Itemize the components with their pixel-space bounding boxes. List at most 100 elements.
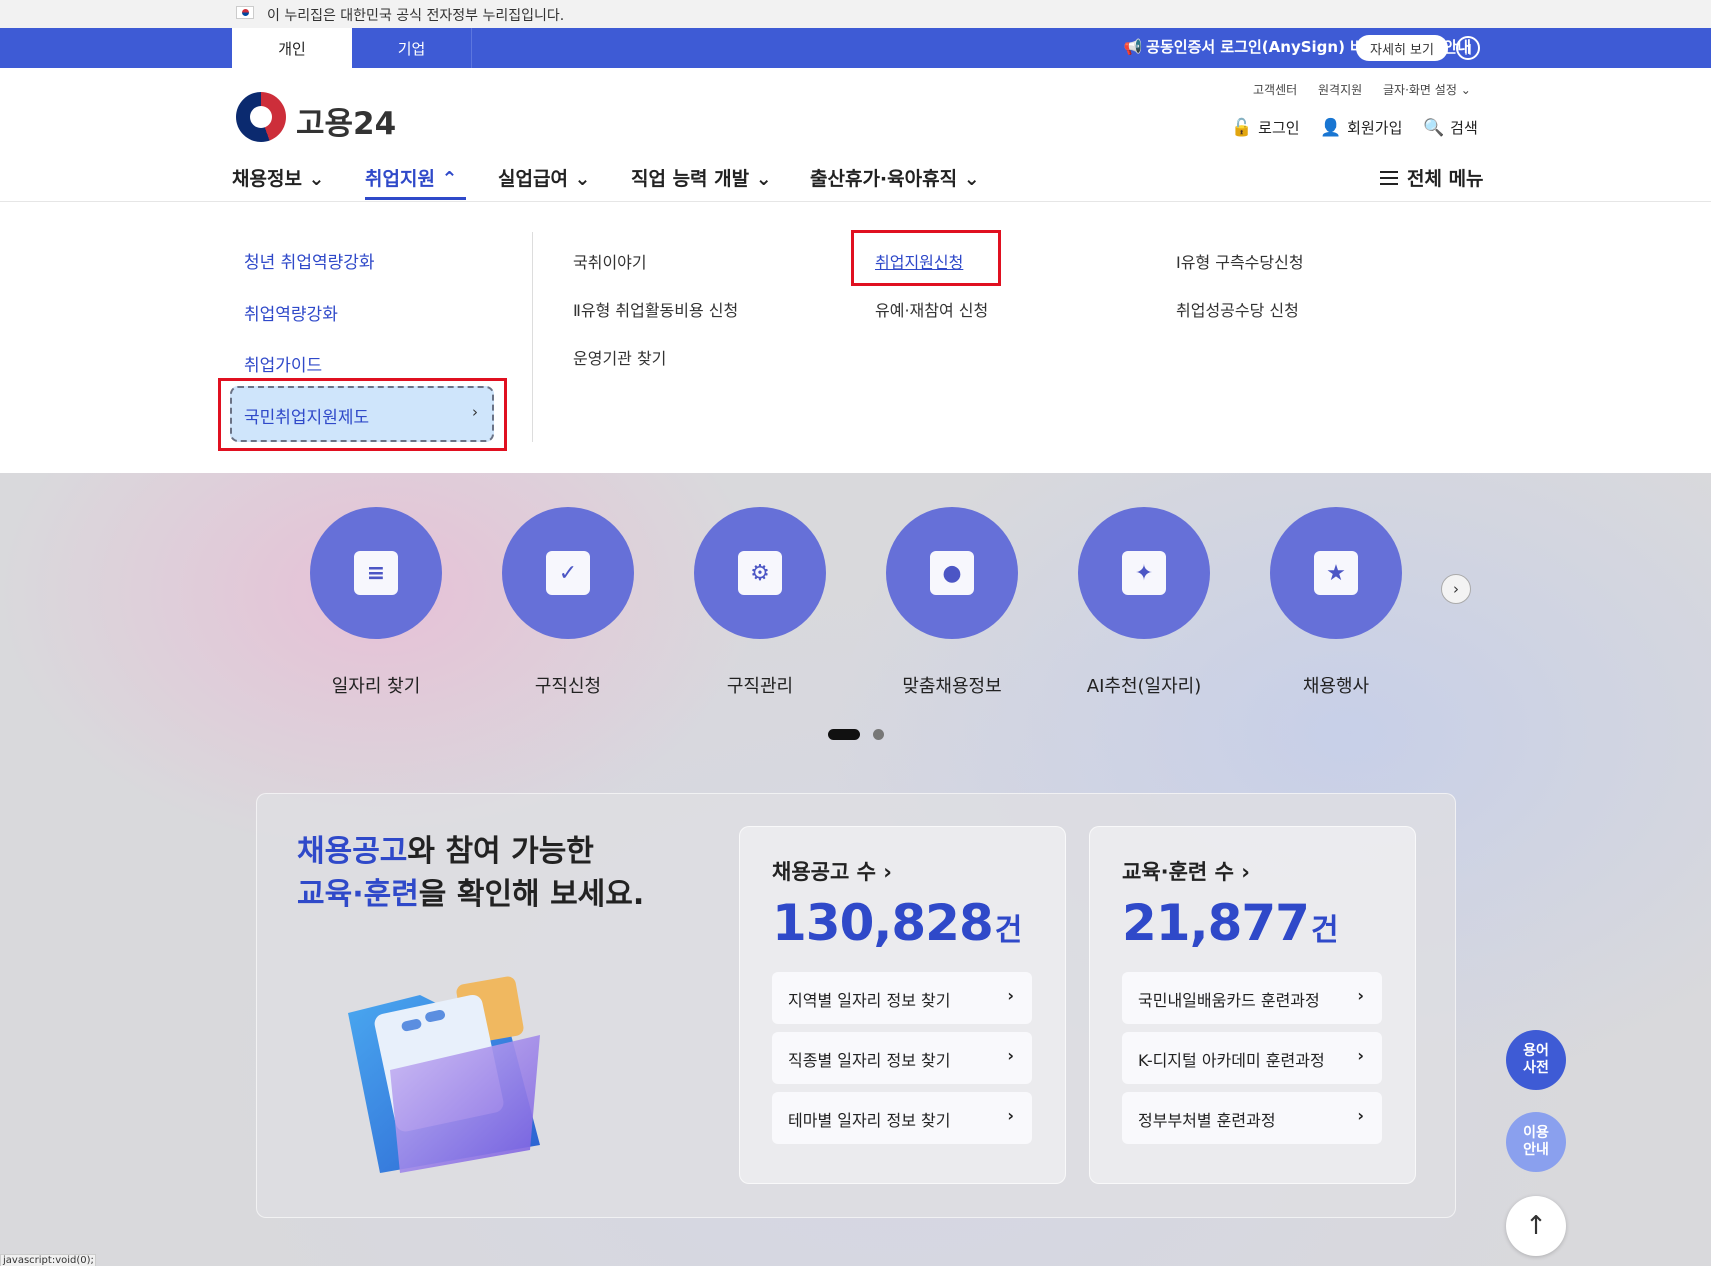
scroll-top-button[interactable]: ↑	[1506, 1196, 1566, 1256]
training-title[interactable]: 교육·훈련 수 ›	[1122, 856, 1250, 886]
remote-support-link[interactable]: 원격지원	[1318, 81, 1362, 98]
submenu-item-find-agency[interactable]: 운영기관 찾기	[573, 345, 666, 369]
link-label: 지역별 일자리 정보 찾기	[788, 991, 951, 1010]
headline-text: 을 확인해 보세요.	[418, 877, 645, 912]
customer-center-link[interactable]: 고객센터	[1253, 81, 1297, 98]
submenu-item-success-allowance[interactable]: 취업성공수당 신청	[1176, 297, 1299, 321]
submenu-capability[interactable]: 취업역량강화	[244, 300, 338, 325]
submenu-item-type2-expense[interactable]: Ⅱ유형 취업활동비용 신청	[573, 297, 738, 321]
headline-accent: 채용공고	[297, 834, 408, 869]
link-label: 정부부처별 훈련과정	[1138, 1111, 1276, 1130]
tab-personal[interactable]: 개인	[232, 28, 352, 68]
add-user-icon: 👤	[1320, 117, 1342, 138]
quick-recruit-event[interactable]: ★	[1270, 507, 1402, 639]
usage-guide-button[interactable]: 이용 안내	[1506, 1112, 1566, 1172]
chevron-right-icon: ›	[1007, 1106, 1014, 1125]
quick-label: 채용행사	[1302, 676, 1370, 697]
chevron-up-icon: ⌃	[441, 168, 458, 190]
all-menu-label: 전체 메뉴	[1407, 168, 1484, 190]
theme-job-link[interactable]: 테마별 일자리 정보 찾기 ›	[772, 1092, 1032, 1144]
carousel-next-button[interactable]: ›	[1441, 574, 1471, 604]
submenu-youth-capability[interactable]: 청년 취업역량강화	[244, 248, 375, 273]
document-search-icon: ≡	[354, 551, 398, 595]
k-digital-link[interactable]: K-디지털 아카데미 훈련과정 ›	[1122, 1032, 1382, 1084]
chevron-down-icon: ⌄	[963, 168, 980, 190]
magic-wand-icon: ✦	[1122, 551, 1166, 595]
headline-line1: 채용공고와 참여 가능한	[297, 826, 594, 870]
count-unit: 건	[994, 913, 1023, 948]
occupation-job-link[interactable]: 직종별 일자리 정보 찾기 ›	[772, 1032, 1032, 1084]
carousel-dot-active[interactable]	[828, 729, 860, 740]
region-job-link[interactable]: 지역별 일자리 정보 찾기 ›	[772, 972, 1032, 1024]
dictionary-button[interactable]: 용어 사전	[1506, 1030, 1566, 1090]
quick-custom-recruit[interactable]: ●	[886, 507, 1018, 639]
search-button[interactable]: 🔍 검색	[1423, 117, 1478, 138]
gnb-maternity-leave[interactable]: 출산휴가·육아휴직 ⌄	[810, 164, 980, 191]
gnb-label: 직업 능력 개발	[631, 168, 750, 190]
gnb-label: 출산휴가·육아휴직	[810, 168, 958, 190]
tab-business[interactable]: 기업	[352, 28, 472, 68]
gnb-label: 채용정보	[232, 168, 302, 190]
notice-more-button[interactable]: 자세히 보기	[1356, 35, 1448, 61]
link-label: 국민내일배움카드 훈련과정	[1138, 991, 1320, 1010]
logo-text[interactable]: 고용24	[296, 98, 396, 143]
chevron-down-icon: ⌄	[574, 168, 591, 190]
status-bar-url: javascript:void(0);	[0, 1254, 96, 1266]
training-count-value: 21,877	[1122, 894, 1310, 952]
arrow-up-icon: ↑	[1525, 1210, 1547, 1241]
quick-job-search[interactable]: ≡	[310, 507, 442, 639]
quick-job-management[interactable]: ⚙	[694, 507, 826, 639]
ministry-training-link[interactable]: 정부부처별 훈련과정 ›	[1122, 1092, 1382, 1144]
folder-illustration	[348, 976, 540, 1173]
highlight-box	[851, 230, 1001, 286]
guide-line2: 안내	[1523, 1142, 1549, 1158]
headline-text: 와 참여 가능한	[407, 834, 594, 869]
calendar-star-icon: ★	[1314, 551, 1358, 595]
gnb-label: 실업급여	[498, 168, 568, 190]
submenu-guide[interactable]: 취업가이드	[244, 351, 322, 376]
gnb-recruit-info[interactable]: 채용정보 ⌄	[232, 164, 324, 191]
government-banner-text: 이 누리집은 대한민국 공식 전자정부 누리집입니다.	[267, 8, 565, 24]
quick-label: 구직관리	[726, 676, 794, 697]
submenu-divider	[532, 232, 533, 442]
dictionary-label: 용어 사전	[1523, 1043, 1549, 1078]
usage-guide-label: 이용 안내	[1523, 1125, 1549, 1160]
display-settings-link[interactable]: 글자·화면 설정 ⌄	[1383, 81, 1471, 98]
guide-line1: 이용	[1523, 1124, 1549, 1141]
puzzle-person-icon: ●	[930, 551, 974, 595]
pause-icon[interactable]: ||	[1456, 36, 1480, 60]
quick-label: 구직신청	[534, 676, 602, 697]
submenu-item-deferral[interactable]: 유예·재참여 신청	[875, 297, 988, 321]
gnb-employment-support[interactable]: 취업지원 ⌃	[365, 164, 457, 191]
quick-ai-recommend[interactable]: ✦	[1078, 507, 1210, 639]
login-button[interactable]: 🔓 로그인	[1231, 117, 1300, 138]
chevron-right-icon: ›	[883, 860, 892, 884]
chevron-right-icon: ›	[1357, 986, 1364, 1005]
chevron-right-icon: ›	[1453, 580, 1459, 598]
chevron-right-icon: ›	[1007, 986, 1014, 1005]
gnb-skill-development[interactable]: 직업 능력 개발 ⌄	[631, 164, 772, 191]
checklist-icon: ✓	[546, 551, 590, 595]
count-unit: 건	[1310, 913, 1339, 948]
megaphone-icon: 📢	[1123, 37, 1143, 56]
headline-accent: 교육·훈련	[297, 877, 419, 912]
signup-button[interactable]: 👤 회원가입	[1320, 117, 1402, 138]
link-label: 테마별 일자리 정보 찾기	[788, 1111, 951, 1130]
submenu-item-story[interactable]: 국취이야기	[573, 249, 647, 273]
quick-job-application[interactable]: ✓	[502, 507, 634, 639]
job-posting-title-label: 채용공고 수	[772, 860, 876, 884]
top-bar: 개인 기업 📢 공동인증서 로그인(AnySign) 버전 업데이트 안내 자세…	[0, 28, 1711, 68]
government-banner: 이 누리집은 대한민국 공식 전자정부 누리집입니다.	[0, 0, 1711, 28]
quick-label: 일자리 찾기	[331, 676, 421, 697]
submenu-item-type1-allowance[interactable]: Ⅰ유형 구측수당신청	[1176, 249, 1304, 273]
search-label: 검색	[1450, 119, 1478, 137]
gnb-unemployment-benefit[interactable]: 실업급여 ⌄	[498, 164, 590, 191]
chevron-right-icon: ›	[1357, 1106, 1364, 1125]
gnb-active-underline	[365, 197, 466, 200]
all-menu-button[interactable]: 전체 메뉴	[1380, 164, 1484, 191]
carousel-dot[interactable]	[873, 729, 884, 740]
tomorrow-card-link[interactable]: 국민내일배움카드 훈련과정 ›	[1122, 972, 1382, 1024]
job-posting-title[interactable]: 채용공고 수 ›	[772, 856, 892, 886]
logo-emblem-icon[interactable]	[236, 92, 286, 142]
dictionary-line2: 사전	[1523, 1060, 1549, 1076]
